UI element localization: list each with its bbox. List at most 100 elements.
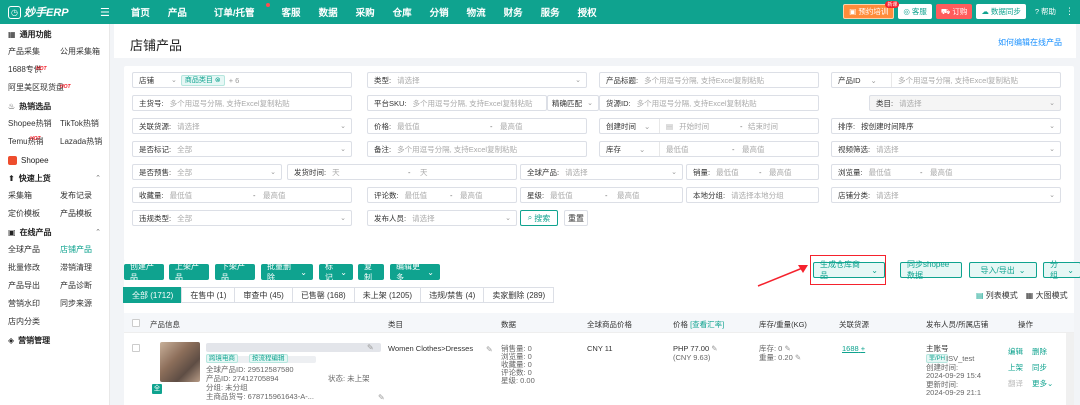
publisher-select[interactable]: 发布人员: 请选择 ⌄ [367,210,517,226]
time-type[interactable]: 创建时间 ⌄ [600,119,660,133]
shop-category-select[interactable]: 店铺分类: 请选择 ⌄ [831,187,1061,203]
sidebar-item-clearance[interactable]: 滞销清理 [60,259,109,277]
more-link[interactable]: 更多⌄ [1032,379,1053,389]
ship-time-max[interactable]: 天 [420,167,428,178]
edit-icon[interactable]: ✎ [486,345,493,354]
price-min[interactable]: 最低值 [391,121,420,132]
list-mode-toggle[interactable]: ▤ 列表模式 [976,290,1018,301]
shop-tag[interactable]: 商品类目 ⊗ [180,74,225,86]
sales-range[interactable]: 销量: 最低值 - 最高值 [686,164,819,180]
import-export-button[interactable]: 导入/导出 ⌄ [969,262,1037,278]
copy-button[interactable]: 复制 [358,262,384,282]
help-button[interactable]: ? 帮助 [1030,4,1061,19]
rating-max[interactable]: 最高值 [617,190,640,201]
group-button[interactable]: 分组 ⌄ [1043,260,1080,280]
list-product-button[interactable]: 上架产品 [169,262,209,282]
sidebar-item-batch-edit[interactable]: 批量修改 [8,259,60,277]
training-button[interactable]: ▣ 预约培训 新课 [843,1,900,19]
source-link-select[interactable]: 关联货源: 请选择 ⌄ [132,118,352,134]
mark-select[interactable]: 是否标记: 全部 ⌄ [132,141,352,157]
favorites-range[interactable]: 收藏量: 最低值 - 最高值 [132,187,352,203]
source-id-input[interactable]: 货源ID: 多个用逗号分隔, 支持Excel复制粘贴 [599,95,819,111]
local-group-select[interactable]: 本地分组: 请选择本地分组 [686,187,819,203]
ship-time-min[interactable]: 天 [326,167,340,178]
favorites-min[interactable]: 最低值 [164,190,193,201]
translate-link[interactable]: 翻译 [1008,379,1023,389]
more-icon[interactable]: ⋮ [1065,6,1074,17]
price-max[interactable]: 最高值 [500,121,523,132]
sidebar-item-ali-us[interactable]: 阿里美区现货盘 HOT [8,79,109,97]
create-time-range[interactable]: 创建时间 ⌄ ▤ 开始时间 - 结束时间 [599,118,819,134]
sidebar-section-general[interactable]: ▦ 通用功能 [0,25,109,43]
product-title-input[interactable]: 产品标题: 多个用逗号分隔, 支持Excel复制粘贴 [599,72,819,88]
product-title-blurred[interactable] [206,343,381,352]
nav-finance[interactable]: 财务 [495,5,532,19]
tab-seller-deleted[interactable]: 卖家删除 (289) [483,287,555,303]
mark-button[interactable]: 标记 ⌄ [319,262,353,282]
sidebar-section-online[interactable]: ▣ 在线产品 ⌃ [0,223,109,241]
sync-shopee-button[interactable]: 同步shopee数据 [900,260,962,280]
sidebar-item-publish-log[interactable]: 发布记录 [60,187,109,205]
sidebar-section-marketing[interactable]: ◈ 营销管理 [0,331,109,349]
select-all-checkbox[interactable] [132,319,140,327]
customer-service-button[interactable]: ◎ 客服 [898,4,932,19]
category-select[interactable]: 类目: 请选择 ⌄ [869,95,1061,111]
violation-select[interactable]: 违规类型: 全部 ⌄ [132,210,352,226]
help-link[interactable]: 如何编辑在线产品 [998,37,1062,48]
sales-max[interactable]: 最高值 [769,167,792,178]
stock-max[interactable]: 最高值 [742,144,765,155]
tab-reviewing[interactable]: 审查中 (45) [234,287,293,303]
nav-service[interactable]: 客服 [273,5,310,19]
sidebar-item-collect[interactable]: 产品采集 [8,43,60,61]
stock-min[interactable]: 最低值 [660,144,689,155]
rating-range[interactable]: 星级: 最低值 - 最高值 [520,187,683,203]
delist-product-button[interactable]: 下架产品 [215,262,255,282]
match-mode-select[interactable]: 精确匹配 ⌄ [547,95,599,111]
data-sync-button[interactable]: ☁ 数据同步 [976,4,1026,19]
tab-unlisted[interactable]: 未上架 (1205) [353,287,422,303]
sidebar-section-hot[interactable]: ♨ 热销选品 [0,97,109,115]
product-id-input[interactable]: 产品ID ⌄ 多个用逗号分隔, 支持Excel复制粘贴 [831,72,1061,88]
exchange-rate-link[interactable]: [查看汇率] [690,320,724,329]
sidebar-item-tiktok-hot[interactable]: TikTok热销 [60,115,109,133]
nav-home[interactable]: 首页 [122,5,159,19]
search-button[interactable]: ⌕ 搜索 [520,210,558,226]
video-select[interactable]: 视频筛选: 请选择 ⌄ [831,141,1061,157]
menu-toggle-icon[interactable]: ☰ [100,6,110,19]
edit-icon[interactable]: ✎ [711,344,717,353]
views-min[interactable]: 最低值 [863,167,892,178]
end-time[interactable]: 结束时间 [748,121,778,132]
global-product-select[interactable]: 全球产品: 请选择 ⌄ [520,164,683,180]
nav-logistics[interactable]: 物流 [458,5,495,19]
platform-sku-input[interactable]: 平台SKU: 多个用逗号分隔, 支持Excel复制粘贴 [367,95,547,111]
reset-button[interactable]: 重置 [564,210,588,226]
list-link[interactable]: 上架 [1008,363,1023,373]
nav-purchase[interactable]: 采购 [347,5,384,19]
row-checkbox[interactable] [132,344,140,352]
sidebar-section-shopee[interactable]: Shopee [0,151,109,169]
edit-icon[interactable]: ✎ [784,344,790,353]
price-range[interactable]: 价格: 最低值 - 最高值 [367,118,587,134]
tab-violation[interactable]: 违规/禁售 (4) [420,287,485,303]
source-link[interactable]: 1688 + [842,344,865,354]
presale-select[interactable]: 是否预售: 全部 ⌄ [132,164,282,180]
create-product-button[interactable]: 创建产品 [124,262,164,282]
nav-distribution[interactable]: 分销 [421,5,458,19]
edit-icon[interactable]: ✎ [367,343,374,352]
sidebar-item-export[interactable]: 产品导出 [8,277,60,295]
sidebar-item-price-template[interactable]: 定价模板 [8,205,60,223]
stock-range[interactable]: 库存 ⌄ 最低值 - 最高值 [599,141,819,157]
shop-select[interactable]: 店铺 ⌄ 商品类目 ⊗ + 6 [132,72,352,88]
favorites-max[interactable]: 最高值 [263,190,286,201]
sidebar-item-1688[interactable]: 1688专供 HOT [8,61,109,79]
batch-delete-button[interactable]: 批量删除 ⌄ [261,262,313,282]
remark-input[interactable]: 备注: 多个用逗号分隔, 支持Excel复制粘贴 [367,141,587,157]
edit-icon[interactable]: ✎ [795,353,801,362]
edit-icon[interactable]: ✎ [378,393,385,402]
sidebar-item-product-template[interactable]: 产品模板 [60,205,109,223]
sidebar-item-global-products[interactable]: 全球产品 [8,241,60,259]
views-max[interactable]: 最高值 [930,167,953,178]
tab-on-sale[interactable]: 在售中 (1) [181,287,236,303]
order-button[interactable]: ⛟ 订购 [935,4,973,19]
sidebar-item-shop-category[interactable]: 店内分类 [8,313,109,331]
